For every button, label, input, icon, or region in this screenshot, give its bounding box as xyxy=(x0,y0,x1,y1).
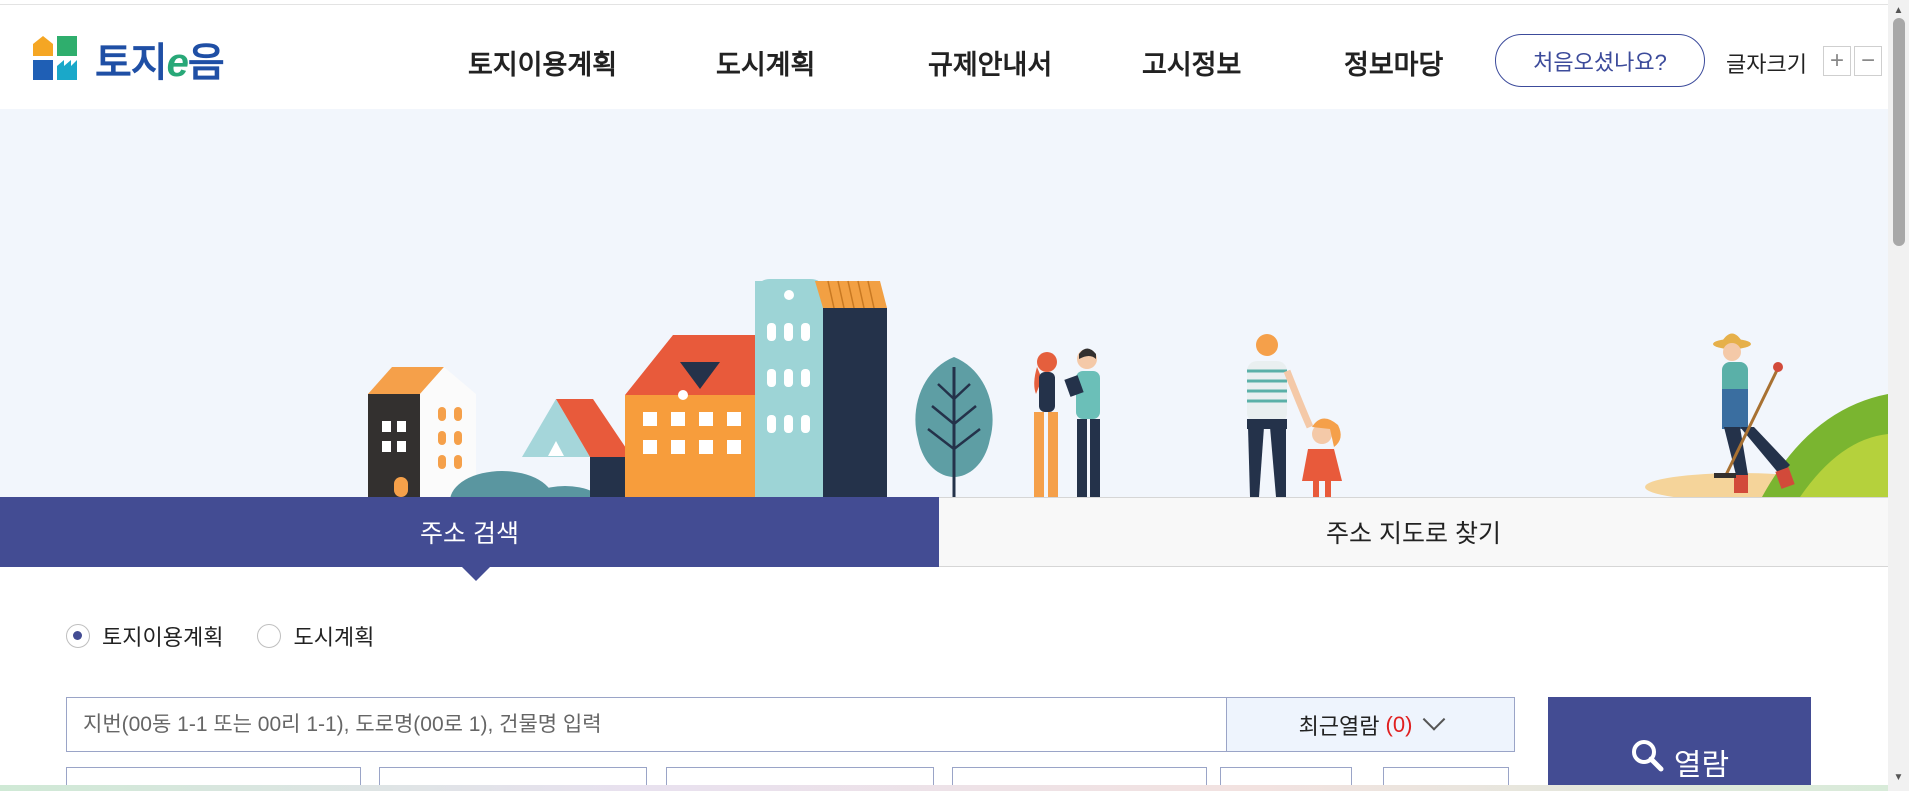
font-increase-button[interactable]: + xyxy=(1823,46,1851,76)
nav-item-notice-info[interactable]: 고시정보 xyxy=(1142,43,1241,82)
building-dark-left-icon xyxy=(368,367,476,497)
gardener-icon xyxy=(1713,333,1795,493)
logo-wordmark: 토지e음 xyxy=(95,30,225,88)
view-button-label: 열람 xyxy=(1673,749,1730,782)
father-daughter-icon xyxy=(1247,334,1342,497)
radio-label-land-use-plan: 토지이용계획 xyxy=(102,625,224,650)
radio-unchecked-icon[interactable] xyxy=(257,624,282,648)
font-size-label: 글자크기 xyxy=(1726,52,1807,77)
nav-item-info-plaza[interactable]: 정보마당 xyxy=(1344,43,1443,82)
tab-find-on-map[interactable]: 주소 지도로 찾기 xyxy=(939,497,1888,567)
hero-illustration xyxy=(0,109,1888,497)
site-header: 토지e음 토지이용계획 도시계획 규제안내서 고시정보 정보마당 처음오셨나요?… xyxy=(0,5,1888,109)
vertical-scrollbar[interactable]: ▲ ▼ xyxy=(1888,0,1909,791)
radio-land-use-plan[interactable]: 토지이용계획 xyxy=(66,620,223,652)
page: 토지e음 토지이용계획 도시계획 규제안내서 고시정보 정보마당 처음오셨나요?… xyxy=(0,0,1909,791)
couple-people-icon xyxy=(1034,348,1100,497)
nav-item-urban-plan[interactable]: 도시계획 xyxy=(716,43,815,82)
tree-icon xyxy=(915,357,993,497)
logo-text-e: e xyxy=(166,41,189,85)
radio-urban-plan[interactable]: 도시계획 xyxy=(257,620,374,652)
recent-views-dropdown[interactable]: 최근열람 (0) xyxy=(1226,697,1515,752)
nav-item-land-use-plan[interactable]: 토지이용계획 xyxy=(468,43,617,82)
font-decrease-button[interactable]: − xyxy=(1854,46,1882,76)
scroll-down-icon[interactable]: ▼ xyxy=(1888,769,1909,785)
nav-item-regulation-guide[interactable]: 규제안내서 xyxy=(928,43,1052,82)
building-teal-tall-icon xyxy=(755,279,887,497)
chevron-down-icon xyxy=(1423,707,1446,731)
tab-address-search[interactable]: 주소 검색 xyxy=(0,497,939,581)
radio-label-urban-plan: 도시계획 xyxy=(293,625,375,650)
site-logo[interactable]: 토지e음 xyxy=(33,33,245,85)
radio-checked-icon[interactable] xyxy=(66,624,90,648)
view-button[interactable]: 열람 xyxy=(1548,697,1811,791)
logo-mark-icon xyxy=(33,36,79,82)
scroll-thumb[interactable] xyxy=(1893,18,1905,246)
first-visit-button[interactable]: 처음오셨나요? xyxy=(1495,34,1705,87)
recent-views-count: (0) xyxy=(1385,711,1413,737)
logo-text-part2: 음 xyxy=(187,41,225,85)
address-search-input[interactable] xyxy=(66,697,1226,752)
search-tabs: 주소 검색 주소 지도로 찾기 xyxy=(0,497,1888,581)
building-orange-icon xyxy=(625,335,755,497)
search-type-radio-group: 토지이용계획 도시계획 xyxy=(66,620,408,652)
bottom-edge-strip xyxy=(0,785,1888,791)
search-icon xyxy=(1631,740,1664,772)
logo-text-part1: 토지 xyxy=(95,41,168,85)
recent-views-label: 최근열람 xyxy=(1298,713,1380,739)
scroll-up-icon[interactable]: ▲ xyxy=(1888,2,1909,18)
city-illustration xyxy=(368,279,1888,497)
